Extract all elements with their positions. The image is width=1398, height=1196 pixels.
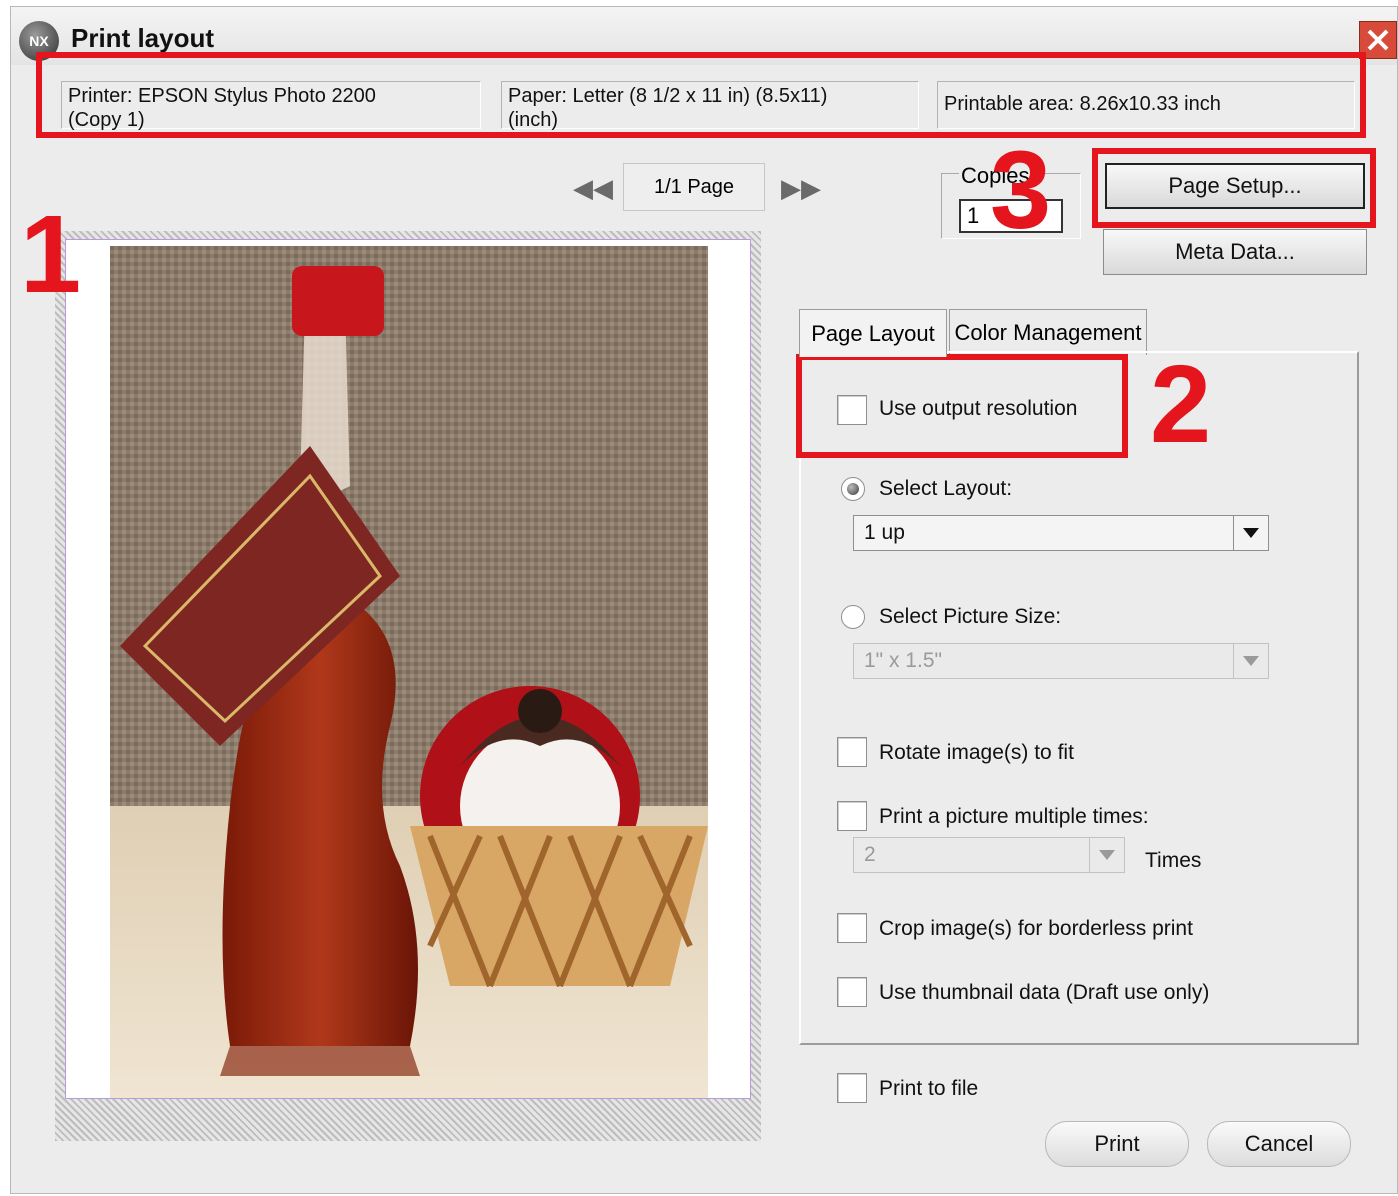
fast-forward-icon: ▶▶ — [781, 173, 821, 203]
thumbnail-data-label: Use thumbnail data (Draft use only) — [879, 981, 1210, 1004]
chevron-down-icon — [1089, 838, 1124, 872]
rewind-icon: ◀◀ — [573, 173, 613, 203]
annotation-number-2: 2 — [1150, 343, 1212, 466]
cancel-button[interactable]: Cancel — [1207, 1121, 1351, 1167]
annotation-number-3: 3 — [990, 129, 1052, 252]
select-layout-label: Select Layout: — [879, 477, 1013, 500]
layout-dropdown-value: 1 up — [864, 521, 905, 544]
select-picture-size-radio[interactable] — [841, 605, 865, 629]
thumbnail-data-checkbox[interactable] — [837, 977, 867, 1007]
rotate-images-checkbox[interactable] — [837, 737, 867, 767]
print-to-file-checkbox[interactable] — [837, 1073, 867, 1103]
picture-size-dropdown-value: 1" x 1.5" — [864, 649, 942, 672]
annotation-number-1: 1 — [20, 193, 82, 316]
layout-dropdown[interactable]: 1 up — [853, 515, 1269, 551]
previous-page-button[interactable]: ◀◀ — [573, 173, 613, 204]
tab-page-layout[interactable]: Page Layout — [799, 309, 947, 357]
chevron-down-icon — [1233, 516, 1268, 550]
page-indicator: 1/1 Page — [623, 163, 765, 211]
meta-data-label: Meta Data... — [1175, 239, 1295, 264]
crop-borderless-checkbox[interactable] — [837, 913, 867, 943]
chevron-down-icon — [1233, 644, 1268, 678]
times-label: Times — [1145, 849, 1202, 872]
annotation-box-info — [36, 52, 1366, 138]
dialog-title: Print layout — [71, 23, 215, 53]
tab-color-management[interactable]: Color Management — [949, 309, 1147, 355]
paper-sheet — [65, 239, 751, 1099]
print-multiple-label: Print a picture multiple times: — [879, 805, 1149, 828]
select-layout-radio[interactable] — [841, 477, 865, 501]
meta-data-button[interactable]: Meta Data... — [1103, 229, 1367, 275]
print-button-label: Print — [1094, 1131, 1140, 1156]
tab-page-layout-label: Page Layout — [811, 320, 935, 346]
print-to-file-label: Print to file — [879, 1077, 979, 1100]
times-dropdown[interactable]: 2 — [853, 837, 1125, 873]
print-button[interactable]: Print — [1045, 1121, 1189, 1167]
rotate-images-label: Rotate image(s) to fit — [879, 741, 1074, 764]
tab-color-management-label: Color Management — [954, 319, 1142, 345]
picture-size-dropdown[interactable]: 1" x 1.5" — [853, 643, 1269, 679]
print-multiple-checkbox[interactable] — [837, 801, 867, 831]
next-page-button[interactable]: ▶▶ — [781, 173, 821, 204]
annotation-box-2 — [796, 354, 1128, 458]
crop-borderless-label: Crop image(s) for borderless print — [879, 917, 1193, 940]
photo-preview-image — [110, 246, 708, 1098]
select-picture-size-label: Select Picture Size: — [879, 605, 1062, 628]
annotation-box-3 — [1092, 148, 1376, 228]
cancel-button-label: Cancel — [1244, 1131, 1314, 1156]
page-preview — [55, 231, 761, 1141]
times-dropdown-value: 2 — [864, 843, 876, 866]
